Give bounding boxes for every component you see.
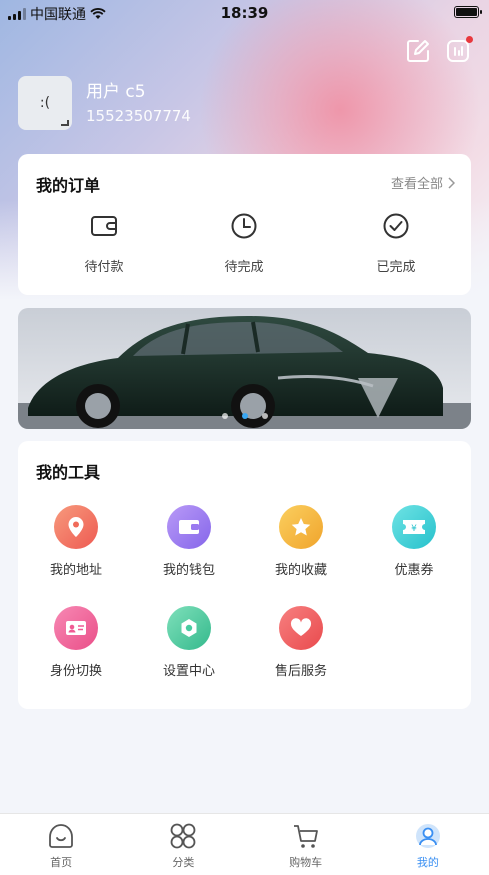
car-image bbox=[18, 308, 471, 429]
tab-label: 我的 bbox=[416, 856, 439, 869]
avatar[interactable]: :( bbox=[18, 76, 72, 130]
promo-banner[interactable] bbox=[18, 308, 471, 429]
tool-label: 我的收藏 bbox=[274, 563, 327, 578]
tool-label: 售后服务 bbox=[274, 664, 327, 679]
coupon-icon: ¥ bbox=[392, 505, 436, 549]
tool-label: 身份切换 bbox=[49, 664, 102, 679]
category-icon bbox=[170, 823, 196, 849]
orders-card: 我的订单 查看全部 待付款 待完成 已完成 bbox=[18, 154, 471, 295]
tool-label: 设置中心 bbox=[162, 664, 215, 679]
order-completed[interactable]: 已完成 bbox=[356, 212, 436, 275]
view-all-label: 查看全部 bbox=[390, 177, 443, 192]
tool-after-sales[interactable]: 售后服务 bbox=[256, 606, 346, 679]
tools-card: 我的工具 我的地址 我的钱包 我的收藏 ¥ 优惠券 身份切换 设置中心 售后服务 bbox=[18, 441, 471, 709]
home-icon bbox=[49, 824, 74, 848]
profile-section[interactable]: :( 用户 c5 15523507774 bbox=[18, 76, 191, 130]
banner-dot[interactable] bbox=[261, 413, 268, 419]
username: 用户 c5 bbox=[86, 82, 146, 102]
tab-cart[interactable]: 购物车 bbox=[245, 814, 367, 875]
order-pending-payment[interactable]: 待付款 bbox=[64, 212, 144, 275]
wallet-icon bbox=[167, 505, 211, 549]
banner-pagination[interactable] bbox=[18, 413, 471, 419]
phone-number: 15523507774 bbox=[86, 107, 191, 125]
battery-icon bbox=[454, 6, 482, 18]
view-all-orders-link[interactable]: 查看全部 bbox=[391, 173, 455, 192]
tab-mine[interactable]: 我的 bbox=[367, 814, 489, 875]
tab-category[interactable]: 分类 bbox=[122, 814, 244, 875]
orders-title: 我的订单 bbox=[36, 176, 101, 195]
svg-text:¥: ¥ bbox=[411, 524, 417, 534]
edit-icon[interactable] bbox=[405, 38, 431, 64]
status-bar: 中国联通 18:39 bbox=[0, 0, 489, 26]
banner-dot[interactable] bbox=[241, 413, 248, 419]
tool-my-address[interactable]: 我的地址 bbox=[31, 505, 121, 578]
header-actions bbox=[405, 36, 473, 64]
clock-icon bbox=[231, 213, 257, 239]
tool-settings-center[interactable]: 设置中心 bbox=[144, 606, 234, 679]
tab-label: 分类 bbox=[172, 856, 195, 869]
cart-icon bbox=[293, 825, 318, 848]
profile-info: 用户 c5 15523507774 bbox=[86, 81, 191, 125]
location-pin-icon bbox=[54, 505, 98, 549]
bottom-tab-bar: 首页 分类 购物车 我的 bbox=[0, 813, 489, 875]
heart-icon bbox=[279, 606, 323, 650]
order-item-label: 待完成 bbox=[224, 260, 264, 275]
order-item-label: 待付款 bbox=[84, 260, 124, 275]
tool-label: 我的钱包 bbox=[162, 563, 215, 578]
avatar-placeholder-text: :( bbox=[39, 95, 51, 111]
tool-label: 优惠券 bbox=[394, 563, 434, 578]
tool-my-favorites[interactable]: 我的收藏 bbox=[256, 505, 346, 578]
message-icon[interactable] bbox=[445, 36, 473, 64]
tab-home[interactable]: 首页 bbox=[0, 814, 122, 875]
tool-coupons[interactable]: ¥ 优惠券 bbox=[369, 505, 459, 578]
wallet-icon bbox=[91, 216, 117, 236]
tool-my-wallet[interactable]: 我的钱包 bbox=[144, 505, 234, 578]
settings-icon bbox=[167, 606, 211, 650]
tool-switch-identity[interactable]: 身份切换 bbox=[31, 606, 121, 679]
order-item-label: 已完成 bbox=[376, 260, 416, 275]
profile-icon bbox=[415, 824, 440, 848]
check-circle-icon bbox=[383, 213, 409, 239]
status-time: 18:39 bbox=[220, 4, 269, 22]
banner-dot[interactable] bbox=[221, 413, 228, 419]
tab-label: 首页 bbox=[50, 856, 73, 869]
tool-label: 我的地址 bbox=[49, 563, 102, 578]
star-icon bbox=[279, 505, 323, 549]
notification-badge bbox=[466, 36, 473, 43]
id-card-icon bbox=[54, 606, 98, 650]
order-in-progress[interactable]: 待完成 bbox=[204, 212, 284, 275]
chevron-right-icon bbox=[448, 176, 455, 189]
avatar-corner-mark bbox=[61, 120, 69, 126]
tools-title: 我的工具 bbox=[36, 463, 101, 482]
tab-label: 购物车 bbox=[289, 856, 323, 869]
